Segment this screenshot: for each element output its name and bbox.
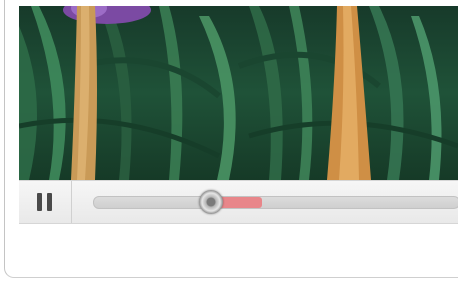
video-player	[4, 0, 458, 278]
pause-icon-bar-right	[47, 193, 52, 211]
video-frame[interactable]	[19, 6, 458, 180]
seek-bar[interactable]	[93, 190, 458, 214]
seek-handle[interactable]	[198, 190, 223, 214]
video-scene	[19, 6, 458, 180]
pause-icon-bar-left	[37, 193, 42, 211]
control-bar	[19, 180, 458, 224]
pause-button[interactable]	[19, 181, 72, 223]
